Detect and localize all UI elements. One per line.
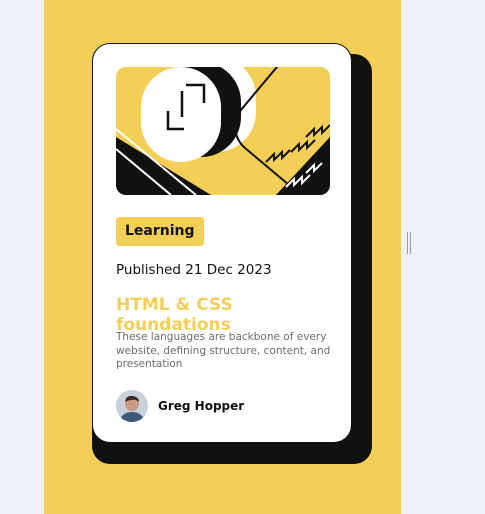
resize-handle[interactable] <box>407 232 411 254</box>
card-title-link[interactable]: HTML & CSS foundations <box>116 295 351 335</box>
person-avatar-icon <box>116 390 148 422</box>
author-info: Greg Hopper <box>116 390 244 422</box>
card-description: These languages are backbone of every we… <box>116 331 331 370</box>
category-tag: Learning <box>116 217 204 246</box>
author-name: Greg Hopper <box>158 399 245 413</box>
published-date: Published 21 Dec 2023 <box>116 262 272 278</box>
card-hero-illustration <box>116 67 330 195</box>
blog-preview-card: Learning Published 21 Dec 2023 HTML & CS… <box>92 43 352 443</box>
